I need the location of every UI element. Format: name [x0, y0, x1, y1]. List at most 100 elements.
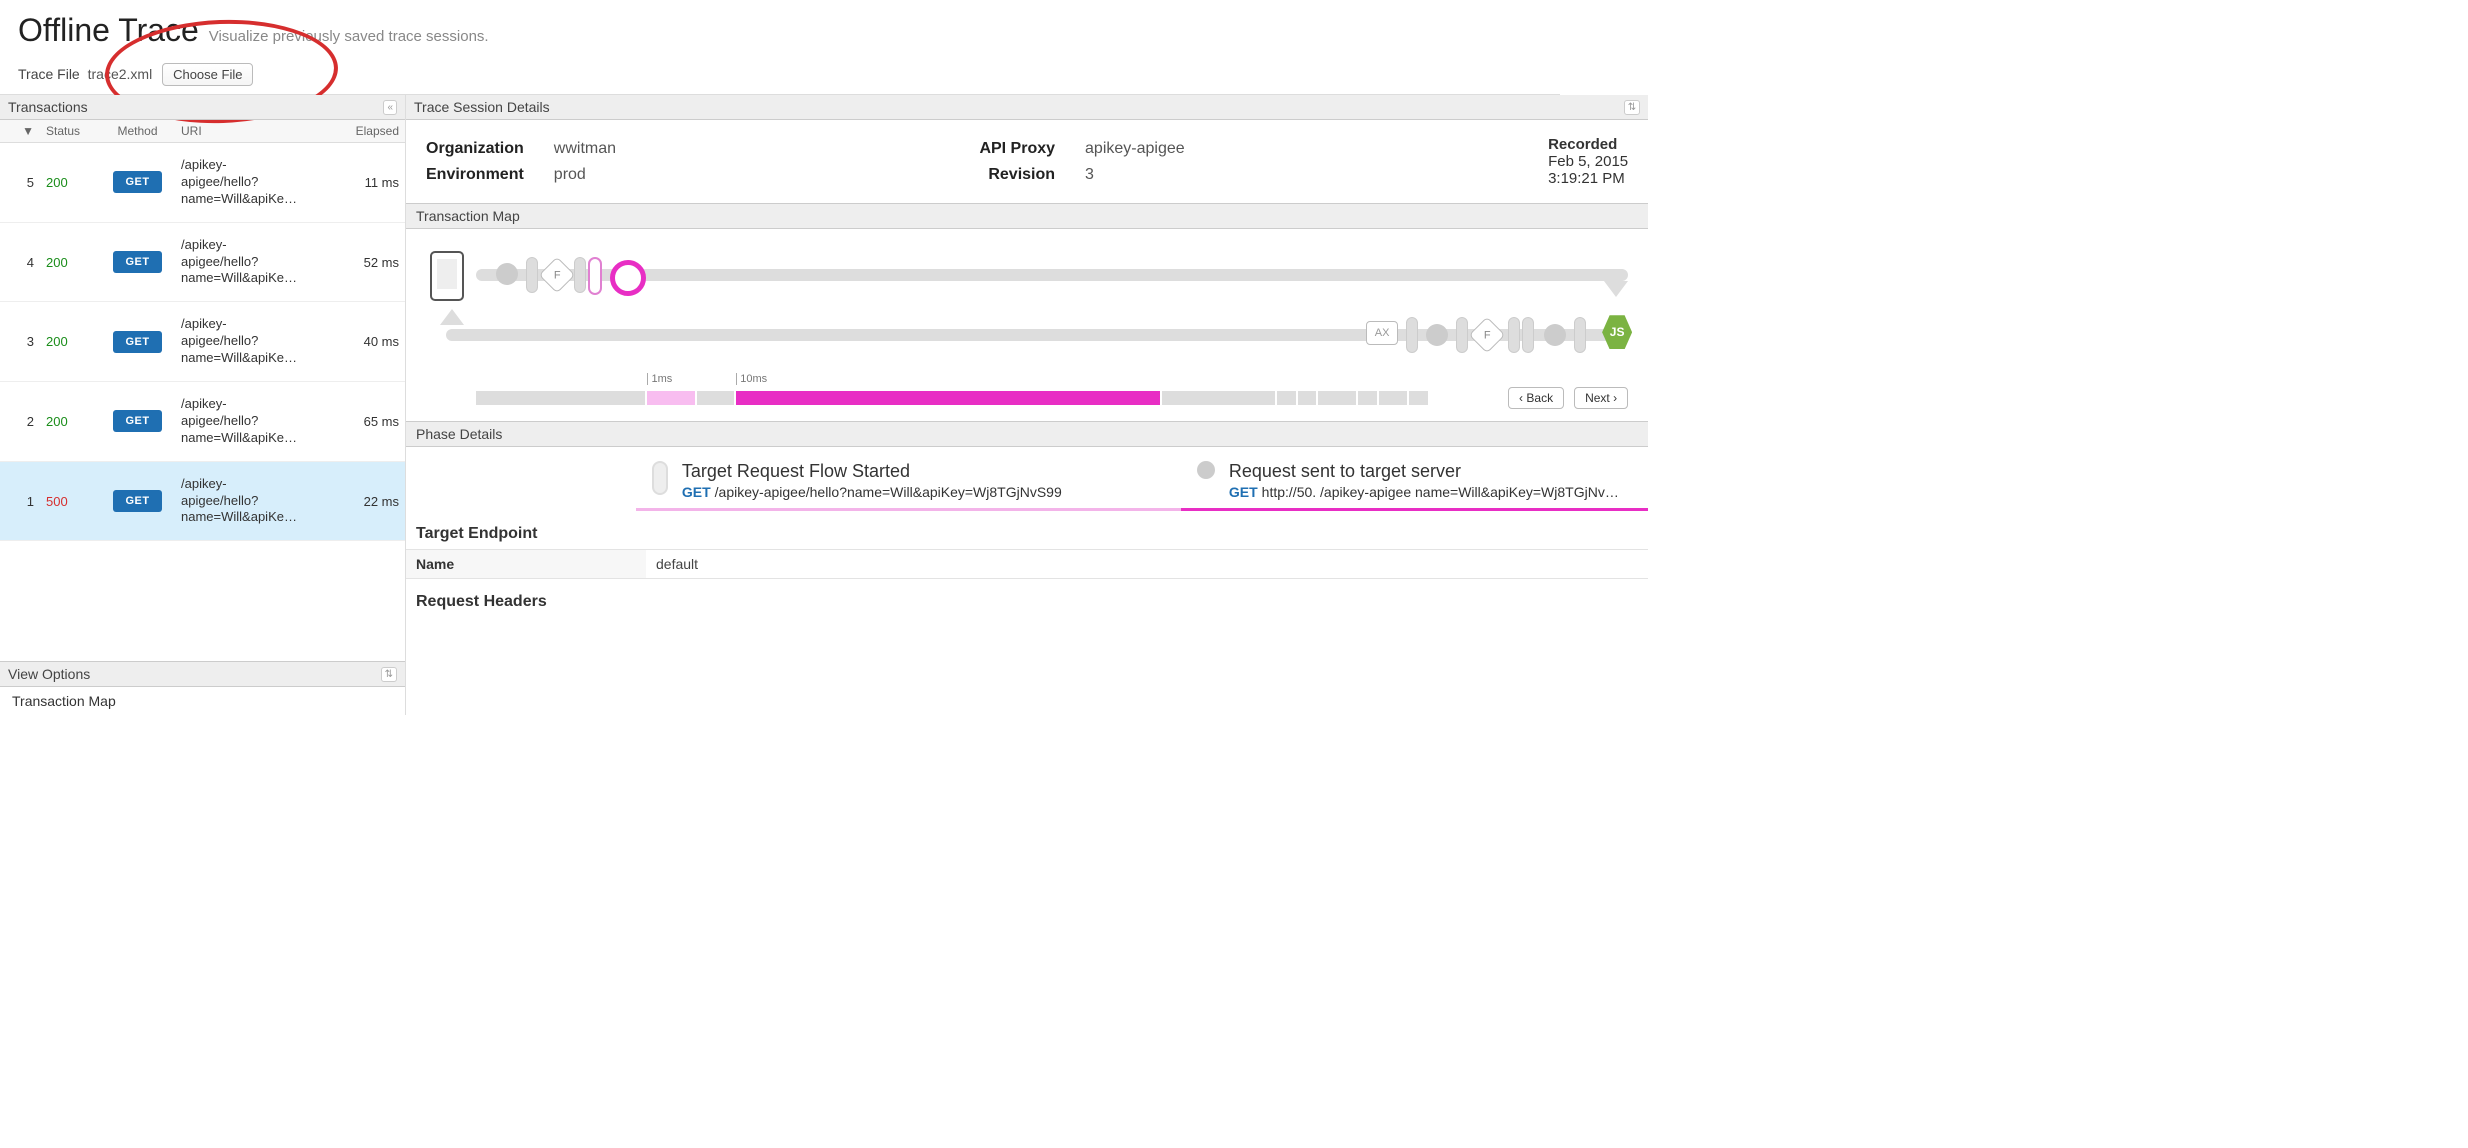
phase-col-empty [406, 447, 636, 511]
flow-node[interactable] [496, 263, 518, 285]
flow-node[interactable] [526, 257, 538, 293]
client-icon [430, 251, 464, 301]
flow-node[interactable] [1456, 317, 1468, 353]
revision-label: Revision [979, 162, 1055, 188]
tx-elapsed: 40 ms [335, 330, 405, 353]
timeline-next-button[interactable]: Next › [1574, 387, 1628, 409]
phase-request-sent[interactable]: Request sent to target server GEThttp://… [1181, 447, 1648, 511]
target-endpoint-row: Name default [406, 549, 1648, 579]
env-label: Environment [426, 162, 524, 188]
tx-method-chip: GET [113, 490, 161, 512]
tx-uri: /apikey-apigee/hello?name=Will&apiKe… [181, 476, 329, 527]
flow-arrow-down-icon [1604, 281, 1628, 297]
transaction-map[interactable]: F AX F JS [406, 229, 1648, 379]
org-value: wwitman [554, 136, 616, 162]
tx-uri: /apikey-apigee/hello?name=Will&apiKe… [181, 316, 329, 367]
tx-index: 3 [0, 330, 40, 353]
tx-elapsed: 11 ms [335, 171, 405, 194]
tx-status: 200 [40, 171, 100, 194]
phase-target-request-flow[interactable]: Target Request Flow Started GET/apikey-a… [636, 447, 1181, 511]
timeline-back-button[interactable]: ‹ Back [1508, 387, 1564, 409]
col-sort-icon[interactable]: ▼ [0, 120, 40, 142]
tx-uri: /apikey-apigee/hello?name=Will&apiKe… [181, 157, 329, 208]
tx-uri: /apikey-apigee/hello?name=Will&apiKe… [181, 237, 329, 288]
details-panel-title: Trace Session Details [414, 99, 550, 115]
page-subtitle: Visualize previously saved trace session… [209, 28, 489, 45]
tx-status: 500 [40, 490, 100, 513]
org-label: Organization [426, 136, 524, 162]
view-options-toggle-icon[interactable]: ⇅ [381, 667, 397, 682]
tx-method-chip: GET [113, 171, 161, 193]
phase-method: GET [1229, 484, 1258, 500]
trace-file-bar: Trace File trace2.xml Choose File [0, 55, 1560, 94]
flow-node[interactable] [1522, 317, 1534, 353]
phase-title: Target Request Flow Started [682, 461, 1062, 482]
proxy-value: apikey-apigee [1085, 136, 1185, 162]
transaction-row[interactable]: 3200 GET/apikey-apigee/hello?name=Will&ap… [0, 302, 405, 382]
tx-method-chip: GET [113, 331, 161, 353]
details-panel-toggle-icon[interactable]: ⇅ [1624, 100, 1640, 115]
flow-node-ax[interactable]: AX [1366, 321, 1398, 345]
view-options-title: View Options [8, 666, 90, 682]
tx-status: 200 [40, 330, 100, 353]
transactions-panel-header: Transactions « [0, 95, 405, 120]
col-uri[interactable]: URI [175, 120, 335, 142]
view-options-header[interactable]: View Options ⇅ [0, 662, 405, 687]
col-method[interactable]: Method [100, 120, 175, 142]
phase-dot-icon [1197, 461, 1215, 479]
flow-node[interactable] [1574, 317, 1586, 353]
trace-file-label: Trace File [18, 66, 80, 82]
transaction-row[interactable]: 2200 GET/apikey-apigee/hello?name=Will&ap… [0, 382, 405, 462]
phase-details-header: Phase Details [406, 421, 1648, 447]
target-nodejs-icon[interactable]: JS [1602, 315, 1632, 349]
timeline[interactable]: 1ms 10ms [476, 391, 1428, 405]
timeline-label-1ms: 1ms [647, 373, 672, 385]
flow-node[interactable] [1508, 317, 1520, 353]
recorded-time: 3:19:21 PM [1548, 170, 1628, 187]
target-endpoint-name-label: Name [406, 550, 646, 578]
flow-node[interactable] [1544, 324, 1566, 346]
flow-node-selected[interactable] [610, 260, 646, 296]
tx-index: 5 [0, 171, 40, 194]
proxy-label: API Proxy [979, 136, 1055, 162]
flow-arrow-up-icon [440, 309, 464, 325]
tx-elapsed: 52 ms [335, 251, 405, 274]
flow-node-f[interactable]: F [1469, 317, 1506, 354]
tx-index: 2 [0, 410, 40, 433]
phase-pill-icon [652, 461, 668, 495]
tx-method-chip: GET [113, 410, 161, 432]
transactions-table-header: ▼ Status Method URI Elapsed [0, 120, 405, 143]
flow-node[interactable] [1406, 317, 1418, 353]
tx-elapsed: 22 ms [335, 490, 405, 513]
tx-status: 200 [40, 410, 100, 433]
request-flow-line [476, 269, 1628, 281]
transaction-map-header: Transaction Map [406, 203, 1648, 229]
flow-node[interactable] [588, 257, 602, 295]
collapse-left-icon[interactable]: « [383, 100, 397, 115]
col-status[interactable]: Status [40, 120, 100, 142]
transaction-row[interactable]: 1500 GET/apikey-apigee/hello?name=Will&ap… [0, 462, 405, 542]
recorded-date: Feb 5, 2015 [1548, 153, 1628, 170]
flow-node[interactable] [1426, 324, 1448, 346]
recorded-label: Recorded [1548, 136, 1628, 153]
timeline-label-10ms: 10ms [736, 373, 767, 385]
trace-file-name: trace2.xml [88, 66, 153, 82]
target-endpoint-name-value: default [646, 550, 1648, 578]
tx-elapsed: 65 ms [335, 410, 405, 433]
choose-file-button[interactable]: Choose File [162, 63, 253, 86]
transaction-row[interactable]: 4200GET/apikey-apigee/hello?name=Will&ap… [0, 223, 405, 303]
view-option-transaction-map[interactable]: Transaction Map [0, 687, 405, 715]
transaction-row[interactable]: 5200 GET/apikey-apigee/hello?name=Will&ap… [0, 143, 405, 223]
tx-index: 1 [0, 490, 40, 513]
revision-value: 3 [1085, 162, 1185, 188]
tx-index: 4 [0, 251, 40, 274]
phase-title: Request sent to target server [1229, 461, 1624, 482]
page-title: Offline Trace [18, 12, 199, 49]
flow-node[interactable] [574, 257, 586, 293]
flow-node-f[interactable]: F [539, 257, 576, 294]
phase-path: http://50. /apikey-apigee name=Will&apiK… [1262, 484, 1624, 500]
col-elapsed[interactable]: Elapsed [335, 120, 405, 142]
target-endpoint-heading: Target Endpoint [406, 511, 1648, 549]
tx-uri: /apikey-apigee/hello?name=Will&apiKe… [181, 396, 329, 447]
tx-status: 200 [40, 251, 100, 274]
